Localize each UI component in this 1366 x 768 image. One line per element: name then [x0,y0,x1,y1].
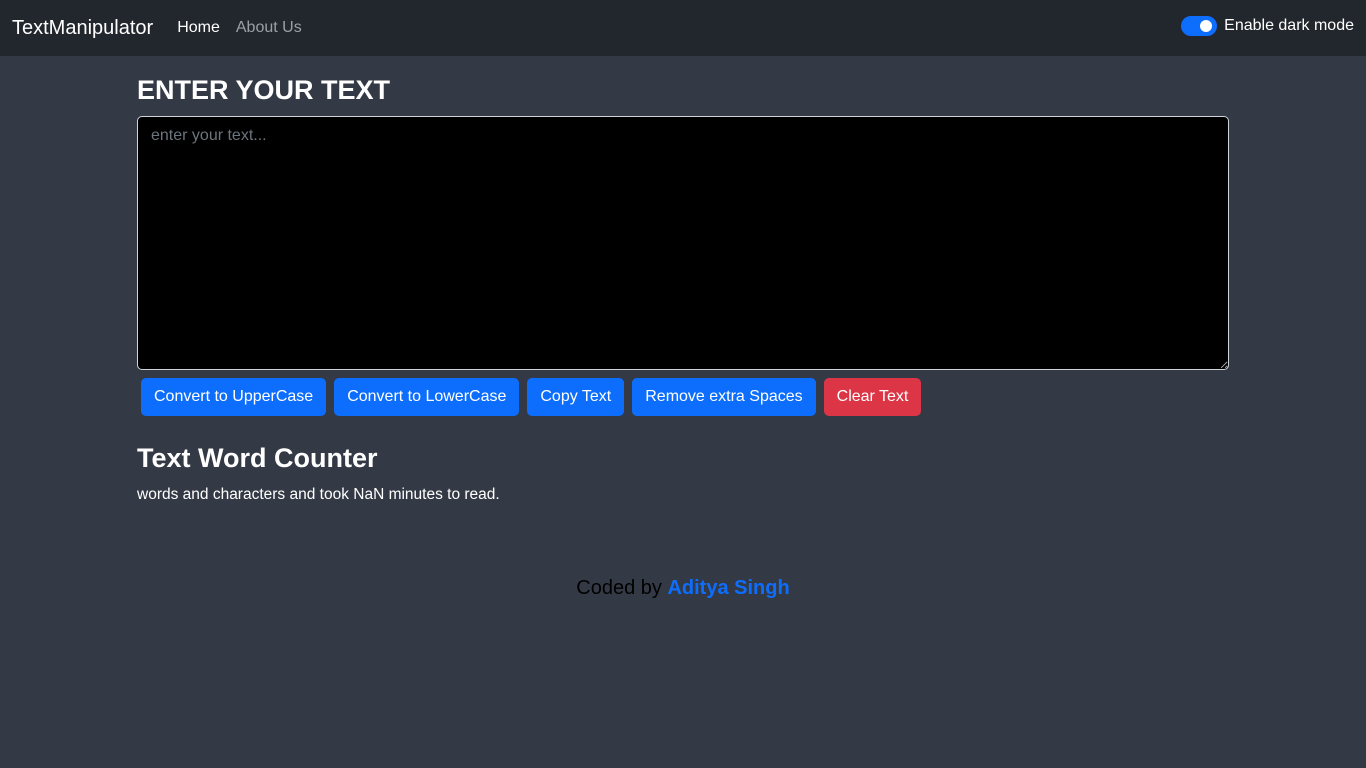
dark-mode-toggle[interactable] [1181,16,1218,36]
copy-text-button[interactable]: Copy Text [527,378,625,416]
footer-prefix: Coded by [576,577,668,599]
word-counter-title: Text Word Counter [137,443,378,473]
page-title: ENTER YOUR TEXT [137,75,391,105]
text-input[interactable] [137,116,1229,370]
clear-text-button[interactable]: Clear Text [823,378,922,416]
toggle-knob [1200,20,1213,32]
action-buttons: Convert to UpperCase Convert to LowerCas… [137,378,1229,416]
lowercase-button[interactable]: Convert to LowerCase [334,378,520,416]
nav-link-about-us[interactable]: About Us [236,19,302,37]
dark-mode-switch[interactable]: Enable dark mode [1181,16,1354,36]
brand-logo[interactable]: TextManipulator [12,17,153,40]
remove-spaces-button[interactable]: Remove extra Spaces [632,378,816,416]
navbar: TextManipulator Home About Us Enable dar… [0,0,1366,56]
main-container: ENTER YOUR TEXT Convert to UpperCase Con… [137,56,1229,505]
uppercase-button[interactable]: Convert to UpperCase [141,378,327,416]
word-counter-summary: words and characters and took NaN minute… [137,486,500,503]
author-link[interactable]: Aditya Singh [667,577,789,599]
footer: Coded by Aditya Singh [0,576,1366,600]
nav-link-home[interactable]: Home [177,19,220,37]
dark-mode-label[interactable]: Enable dark mode [1224,17,1354,35]
